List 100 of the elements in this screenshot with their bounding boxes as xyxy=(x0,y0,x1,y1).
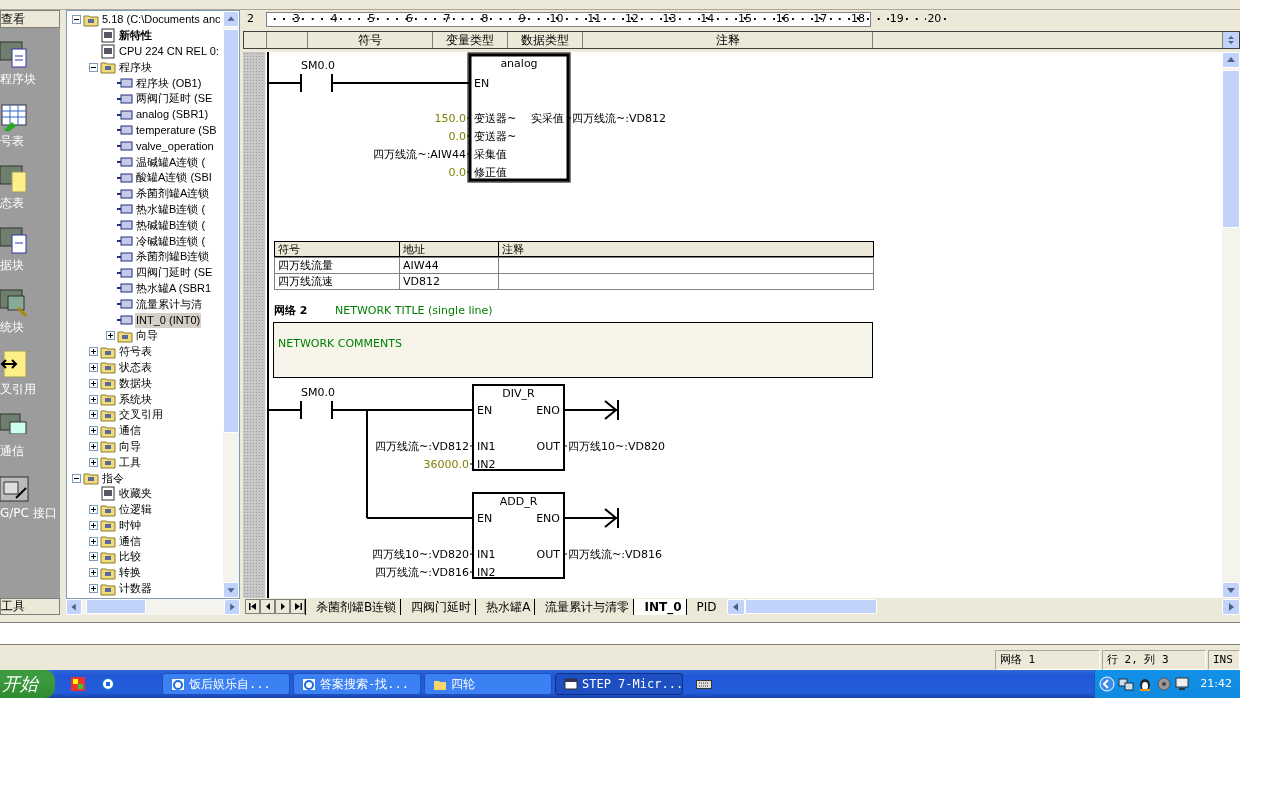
tree-item[interactable]: 指令 xyxy=(101,470,125,486)
start-button[interactable]: 开始 xyxy=(0,670,55,698)
scroll-down-button[interactable] xyxy=(1222,582,1240,598)
scroll-down-button[interactable] xyxy=(223,582,239,598)
tree-item[interactable]: 温碱罐A连锁 ( xyxy=(135,154,207,170)
tree-item[interactable]: 杀菌剂罐B连锁 xyxy=(135,249,211,265)
scrollbar[interactable] xyxy=(1222,52,1240,598)
expand-icon[interactable] xyxy=(88,505,98,515)
contact-symbol[interactable] xyxy=(300,73,333,93)
tree-item[interactable]: temperature (SB xyxy=(135,122,218,138)
taskbar-button[interactable]: 饭后娱乐自... xyxy=(162,673,290,695)
taskbar-button[interactable]: 答案搜索-找... xyxy=(293,673,421,695)
column-header[interactable]: 数据类型 xyxy=(508,32,583,48)
tree-item[interactable]: 向导 xyxy=(118,438,142,454)
tree-item[interactable]: CPU 224 CN REL 0: xyxy=(118,44,220,59)
last-page-button[interactable] xyxy=(290,599,305,614)
scroll-thumb[interactable] xyxy=(223,29,239,433)
tree-item[interactable]: 计数器 xyxy=(118,581,153,597)
tree-item[interactable]: 转换 xyxy=(118,565,142,581)
scroll-thumb[interactable] xyxy=(744,598,877,614)
tree-item[interactable]: 酸罐A连锁 (SBI xyxy=(135,170,213,186)
scrollbar[interactable] xyxy=(726,598,1240,615)
column-header[interactable]: 注释 xyxy=(583,32,873,48)
expand-icon[interactable] xyxy=(88,362,98,372)
monitor-icon[interactable] xyxy=(1175,676,1192,692)
scroll-left-button[interactable] xyxy=(726,598,745,615)
expand-icon[interactable] xyxy=(88,347,98,357)
scroll-left-button[interactable] xyxy=(66,599,82,615)
scroll-right-button[interactable] xyxy=(224,599,240,615)
tree-item[interactable]: 杀菌剂罐A连锁 xyxy=(135,186,211,202)
expand-icon[interactable] xyxy=(88,536,98,546)
tree-item[interactable]: 符号表 xyxy=(118,344,153,360)
editor-tab[interactable]: INT_0 xyxy=(633,598,686,615)
tree-item[interactable]: 时钟 xyxy=(118,517,142,533)
expand-icon[interactable] xyxy=(88,568,98,578)
tree-item[interactable]: 向导 xyxy=(135,328,159,344)
tree-item[interactable]: 交叉引用 xyxy=(118,407,164,423)
tree-item[interactable]: 通信 xyxy=(118,533,142,549)
expand-icon[interactable] xyxy=(88,552,98,562)
function-box[interactable] xyxy=(467,52,571,183)
scroll-up-button[interactable] xyxy=(223,11,239,27)
tree-item[interactable]: 新特性 xyxy=(118,28,153,44)
expand-icon[interactable] xyxy=(88,426,98,436)
tree-item[interactable]: 通信 xyxy=(118,423,142,439)
tree-item[interactable]: 两阀门延时 (SE xyxy=(135,91,214,107)
network-comment[interactable]: NETWORK COMMENTS xyxy=(273,322,873,378)
tree-item[interactable]: 收藏夹 xyxy=(118,486,153,502)
tree-item[interactable]: analog (SBR1) xyxy=(135,107,210,123)
app-icon[interactable] xyxy=(70,676,86,692)
tree-item[interactable]: 系统块 xyxy=(118,391,153,407)
expand-icon[interactable] xyxy=(88,584,98,594)
panel-icon[interactable] xyxy=(0,226,30,256)
scroll-spin-button[interactable] xyxy=(1223,32,1239,48)
tree-item[interactable]: 冷碱罐B连锁 ( xyxy=(135,233,207,249)
expand-icon[interactable] xyxy=(88,457,98,467)
tree-item[interactable]: 程序块 (OB1) xyxy=(135,75,203,91)
tree-item[interactable]: INT_0 (INT0) xyxy=(135,312,202,328)
collapse-icon[interactable] xyxy=(71,15,81,25)
panel-icon[interactable] xyxy=(0,164,30,194)
tree-item[interactable]: 热水罐B连锁 ( xyxy=(135,201,207,217)
collapse-icon[interactable] xyxy=(88,62,98,72)
tree-item[interactable]: 工具 xyxy=(118,454,142,470)
keyboard-icon[interactable] xyxy=(696,678,712,690)
previous-button[interactable] xyxy=(260,599,275,614)
next-button[interactable] xyxy=(275,599,290,614)
scrollbar[interactable] xyxy=(223,11,239,598)
tree-item[interactable]: 比较 xyxy=(118,549,142,565)
expand-icon[interactable] xyxy=(88,394,98,404)
expand-icon[interactable] xyxy=(105,331,115,341)
tree-item[interactable]: 流量累计与清 xyxy=(135,296,203,312)
scroll-right-button[interactable] xyxy=(1222,598,1240,615)
expand-icon[interactable] xyxy=(88,378,98,388)
scrollbar[interactable] xyxy=(66,599,240,615)
expand-icon[interactable] xyxy=(88,441,98,451)
scroll-up-button[interactable] xyxy=(1222,52,1240,68)
tree-item[interactable]: 热碱罐B连锁 ( xyxy=(135,217,207,233)
tree-item[interactable]: 程序块 xyxy=(118,59,153,75)
contact-symbol[interactable] xyxy=(300,400,333,420)
scroll-thumb[interactable] xyxy=(86,599,146,614)
panel-icon[interactable] xyxy=(0,40,30,70)
function-box[interactable] xyxy=(472,384,565,471)
tree-item[interactable]: 四阀门延时 (SE xyxy=(135,265,214,281)
chevron-icon[interactable] xyxy=(1099,676,1116,692)
network-icon[interactable] xyxy=(1118,676,1135,692)
scroll-thumb[interactable] xyxy=(1222,70,1240,228)
expand-icon[interactable] xyxy=(88,410,98,420)
column-header[interactable]: 变量类型 xyxy=(433,32,508,48)
panel-icon[interactable] xyxy=(0,350,30,380)
tree-item[interactable]: 位逻辑 xyxy=(118,502,153,518)
taskbar-button[interactable]: 四轮 xyxy=(424,673,552,695)
panel-footer[interactable]: 工具 xyxy=(0,598,60,615)
browser-icon[interactable] xyxy=(100,676,116,692)
tree-item[interactable]: 数据块 xyxy=(118,375,153,391)
expand-icon[interactable] xyxy=(88,520,98,530)
tree-item[interactable]: 状态表 xyxy=(118,359,153,375)
function-box[interactable] xyxy=(472,492,565,579)
collapse-icon[interactable] xyxy=(71,473,81,483)
taskbar-button[interactable]: STEP 7-Micr... xyxy=(555,673,683,695)
column-header[interactable]: 符号 xyxy=(308,32,433,48)
tree-item[interactable]: valve_operation xyxy=(135,138,215,154)
